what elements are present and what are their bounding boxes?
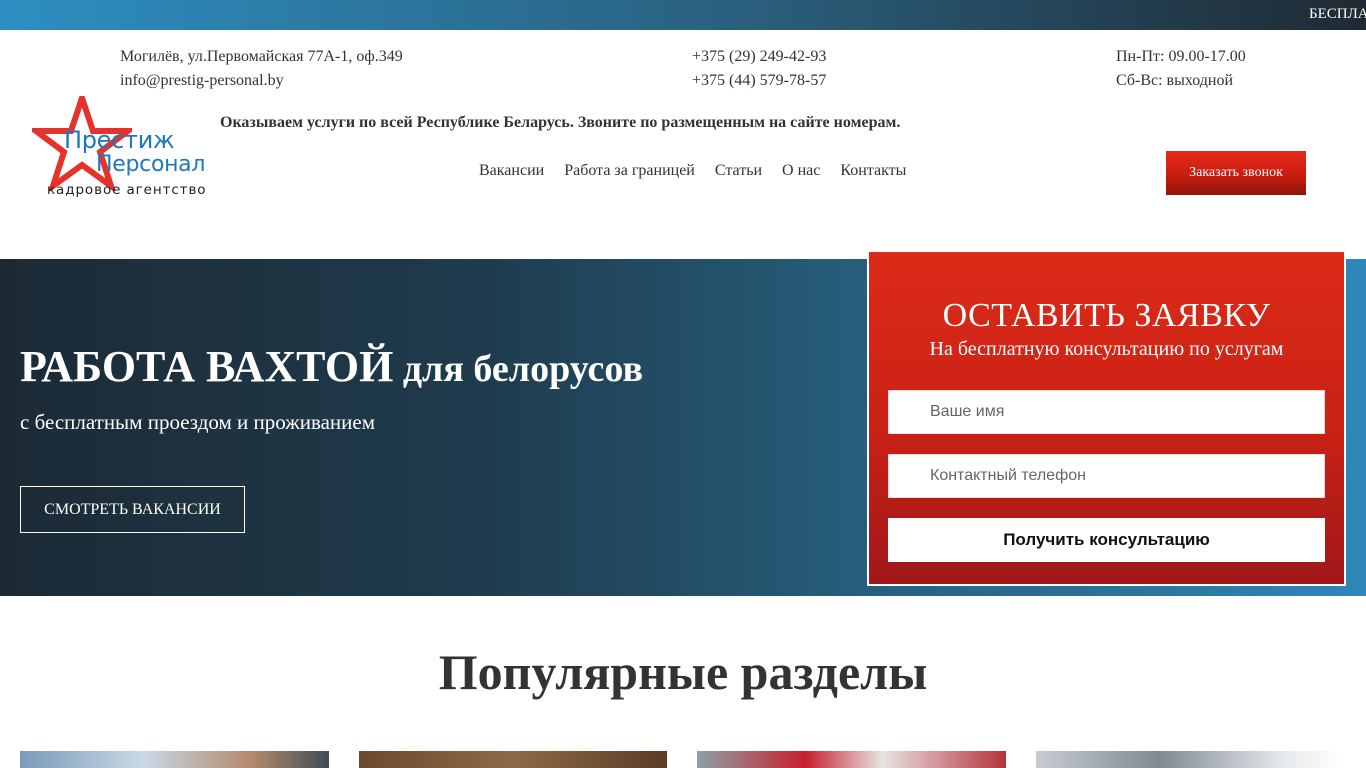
hours-weekdays: Пн-Пт: 09.00-17.00 [1116,48,1246,65]
callback-button[interactable]: Заказать звонок [1166,151,1306,195]
hours-weekend: Сб-Вс: выходной [1116,72,1234,89]
section-card-image[interactable] [20,751,329,768]
nav-item-articles[interactable]: Статьи [715,162,762,180]
name-input[interactable] [888,390,1325,434]
slogan: Оказываем услуги по всей Республике Бела… [220,114,901,131]
nav-item-about[interactable]: О нас [782,162,820,180]
main-nav: Вакансии Работа за границей Статьи О нас… [479,162,906,180]
nav-item-vacancies[interactable]: Вакансии [479,162,544,180]
section-card-image[interactable] [359,751,667,768]
phone-link-2[interactable]: +375 (44) 579-78-57 [692,69,826,93]
request-form: ОСТАВИТЬ ЗАЯВКУ На бесплатную консультац… [867,250,1346,586]
phone-link-1[interactable]: +375 (29) 249-42-93 [692,45,826,69]
nav-item-contacts[interactable]: Контакты [840,162,906,180]
hero-title: РАБОТА ВАХТОЙ для белорусов [20,341,643,392]
logo-tagline: кадровое агентство [47,182,207,198]
address-text: Могилёв, ул.Первомайская 77А-1, оф.349 [120,48,403,65]
logo-line-2: Персонал [96,152,206,177]
top-banner: БЕСПЛА [0,0,1366,30]
view-vacancies-button[interactable]: СМОТРЕТЬ ВАКАНСИИ [20,486,245,533]
email-link[interactable]: info@prestig-personal.by [120,69,403,93]
hours-block: Пн-Пт: 09.00-17.00 Сб-Вс: выходной [1116,45,1246,93]
logo[interactable]: Престиж Персонал кадровое агентство [32,96,212,206]
form-subtitle: На бесплатную консультацию по услугам [929,338,1284,360]
popular-sections-title: Популярные разделы [438,644,928,700]
phone-input[interactable] [888,454,1325,498]
section-card-image[interactable] [697,751,1006,768]
hero-title-rest: для белорусов [393,348,644,390]
hero-subtitle: с бесплатным проездом и проживанием [20,410,376,434]
hero-title-bold: РАБОТА ВАХТОЙ [20,342,394,391]
section-card-image[interactable] [1036,751,1344,768]
form-title: ОСТАВИТЬ ЗАЯВКУ [942,297,1271,334]
address-block: Могилёв, ул.Первомайская 77А-1, оф.349 i… [120,45,403,93]
get-consultation-button[interactable]: Получить консультацию [888,518,1325,562]
nav-item-abroad[interactable]: Работа за границей [564,162,695,180]
logo-line-1: Престиж [64,126,175,154]
phone-block: +375 (29) 249-42-93 +375 (44) 579-78-57 [692,45,826,93]
ticker-text: БЕСПЛА [1309,6,1366,22]
